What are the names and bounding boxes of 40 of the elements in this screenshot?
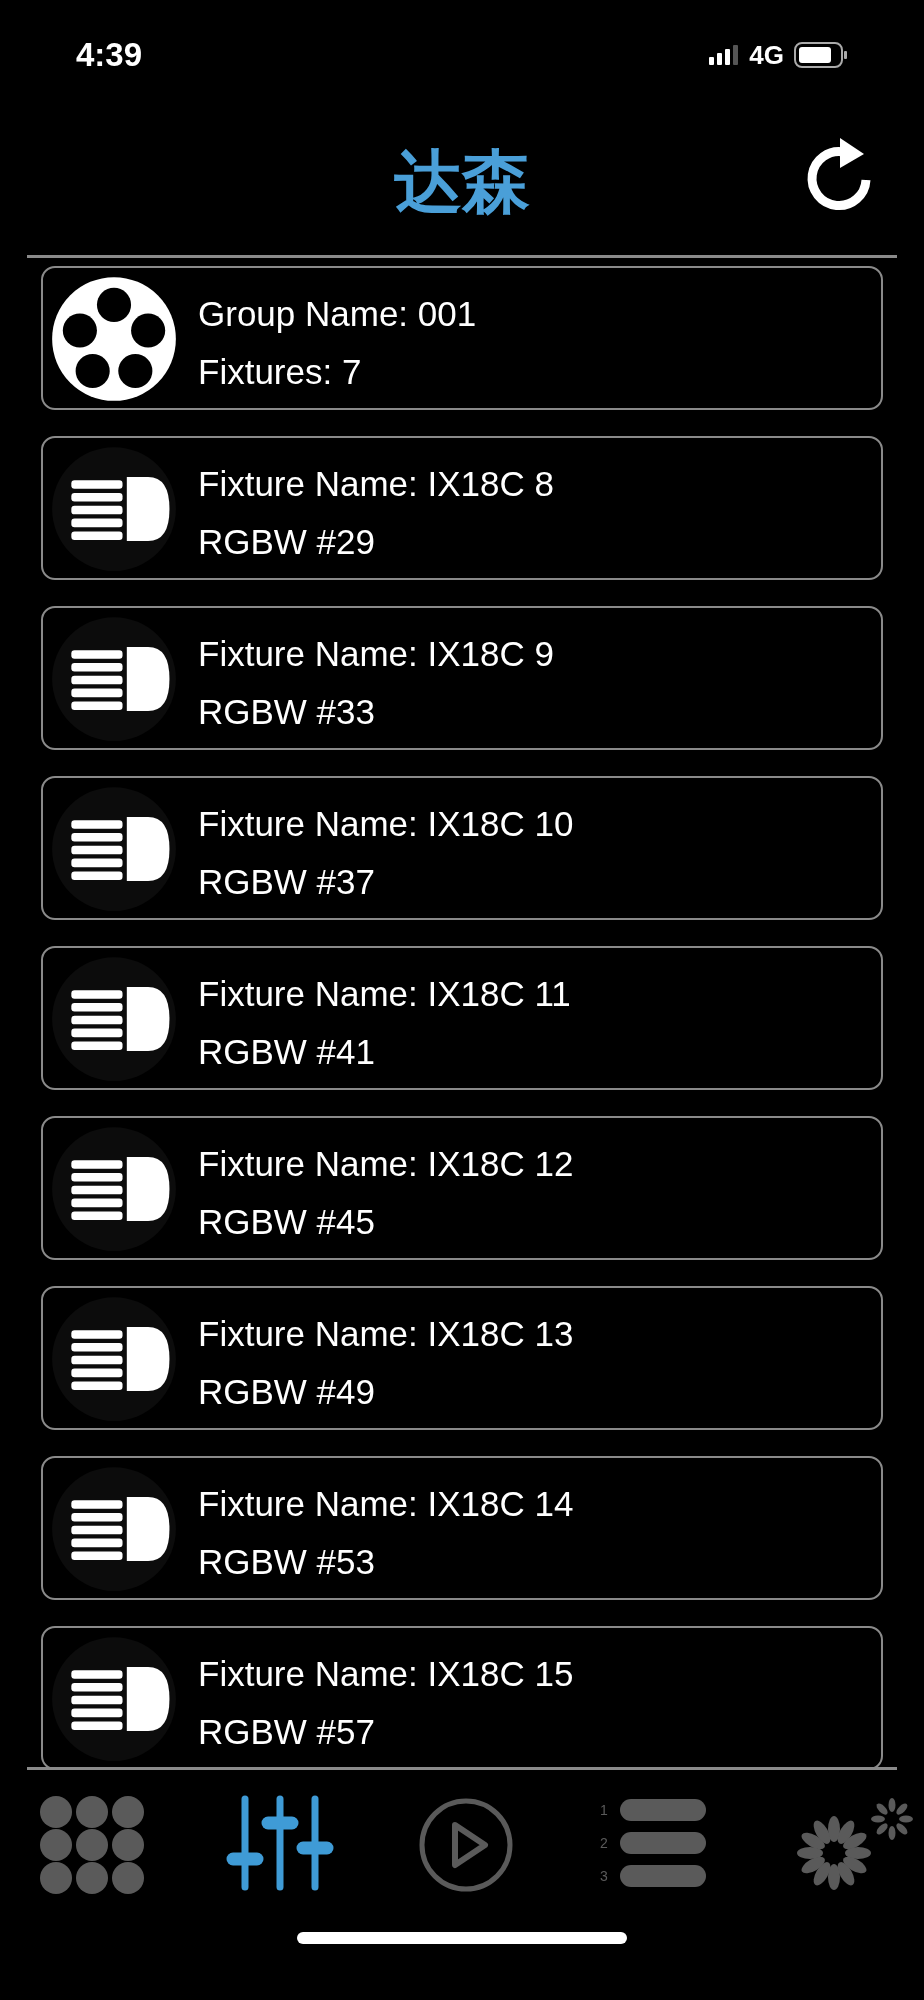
card-title: Fixture Name: IX18C 11 [198,974,571,1014]
card-title: Fixture Name: IX18C 15 [198,1654,574,1694]
status-time: 4:39 [76,36,143,74]
card-subtitle: RGBW #53 [198,1542,376,1582]
list-card[interactable]: Fixture Name: IX18C 9 RGBW #33 [41,606,883,750]
card-title: Fixture Name: IX18C 10 [198,804,574,844]
card-subtitle: RGBW #29 [198,522,376,562]
card-subtitle: RGBW #37 [198,862,376,902]
card-subtitle: RGBW #49 [198,1372,376,1412]
card-title: Fixture Name: IX18C 8 [198,464,554,504]
list-card[interactable]: Fixture Name: IX18C 13 RGBW #49 [41,1286,883,1430]
card-title: Fixture Name: IX18C 13 [198,1314,574,1354]
headlight-icon [50,1125,178,1253]
card-title: Fixture Name: IX18C 14 [198,1484,574,1524]
headlight-icon [50,1465,178,1593]
list-card[interactable]: Fixture Name: IX18C 11 RGBW #41 [41,946,883,1090]
headlight-icon [50,445,178,573]
card-subtitle: RGBW #57 [198,1712,376,1752]
card-title: Fixture Name: IX18C 12 [198,1144,574,1184]
signal-icon [709,45,740,65]
list-card[interactable]: Fixture Name: IX18C 10 RGBW #37 [41,776,883,920]
card-subtitle: RGBW #45 [198,1202,376,1242]
card-subtitle: RGBW #33 [198,692,376,732]
card-subtitle: Fixtures: 7 [198,352,363,392]
list-card[interactable]: Group Name: 001 Fixtures: 7 [41,266,883,410]
battery-icon [794,42,848,68]
headlight-icon [50,955,178,1083]
headlight-icon [50,615,178,743]
headlight-icon [50,785,178,913]
headlight-icon [50,1635,178,1763]
card-title: Fixture Name: IX18C 9 [198,634,554,674]
network-label: 4G [749,39,784,71]
card-title: Group Name: 001 [198,294,477,334]
list-card[interactable]: Fixture Name: IX18C 14 RGBW #53 [41,1456,883,1600]
card-subtitle: RGBW #41 [198,1032,376,1072]
film-reel-icon [50,275,178,403]
list-card[interactable]: Fixture Name: IX18C 8 RGBW #29 [41,436,883,580]
app-title: 达森 [394,142,530,221]
headlight-icon [50,1295,178,1423]
list-card[interactable]: Fixture Name: IX18C 12 RGBW #45 [41,1116,883,1260]
